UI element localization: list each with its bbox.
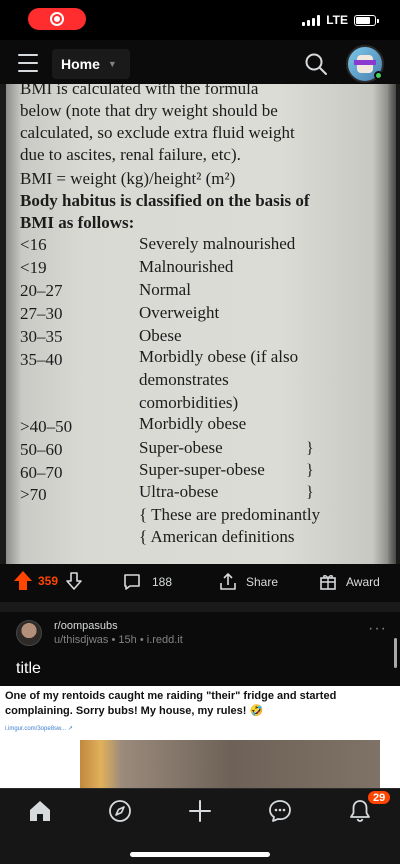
- image-text-line: due to ascites, renal failure, etc).: [20, 145, 241, 164]
- bmi-range: <16: [20, 235, 47, 254]
- signal-icon: [302, 14, 321, 26]
- bmi-range: >40–50: [20, 417, 73, 436]
- search-icon[interactable]: [304, 52, 328, 76]
- vote-count: 359: [38, 574, 59, 588]
- bmi-range: 30–35: [20, 327, 63, 346]
- embedded-tweet-text: One of my rentoids caught me raiding "th…: [5, 690, 337, 717]
- bmi-class: demonstrates: [139, 370, 229, 389]
- bmi-class: Severely malnourished: [139, 234, 296, 253]
- feed-label: Home: [61, 56, 100, 72]
- online-status-dot: [374, 71, 383, 80]
- screen-recording-indicator[interactable]: [28, 8, 86, 30]
- app-header: Home ▼: [0, 40, 400, 88]
- nav-chat[interactable]: [266, 797, 294, 825]
- award-icon: [320, 575, 336, 590]
- bmi-class: Overweight: [139, 303, 220, 322]
- more-options-button[interactable]: ···: [368, 620, 387, 638]
- home-indicator[interactable]: [130, 852, 270, 857]
- post-image[interactable]: One of my rentoids caught me raiding "th…: [0, 686, 400, 788]
- bmi-range: >70: [20, 485, 47, 504]
- network-type: LTE: [326, 13, 348, 27]
- status-indicators: LTE: [302, 13, 379, 27]
- nav-discover[interactable]: [106, 797, 134, 825]
- share-label: Share: [246, 575, 279, 589]
- bmi-class: Morbidly obese (if also: [139, 347, 299, 366]
- image-text-line: BMI is calculated with the formula: [20, 84, 259, 98]
- bmi-textbook-page: BMI is calculated with the formula below…: [6, 84, 396, 564]
- scrollbar[interactable]: [394, 638, 397, 668]
- bmi-class: Obese: [139, 326, 182, 345]
- nav-home[interactable]: [26, 797, 54, 825]
- bmi-class: Super-obese: [139, 438, 223, 457]
- bmi-class: comorbidities): [139, 393, 239, 412]
- image-text-line: BMI = weight (kg)/height² (m²): [20, 169, 236, 188]
- award-label: Award: [346, 575, 380, 589]
- post-divider: [0, 602, 400, 612]
- post-action-bar: 359 188 Share Award: [0, 564, 400, 602]
- comments-button[interactable]: 188: [122, 572, 172, 592]
- bmi-range: 60–70: [20, 463, 63, 482]
- image-text-line: below (note that dry weight should be: [20, 101, 278, 120]
- share-icon: [220, 573, 236, 590]
- brace-mark: }: [306, 462, 314, 479]
- record-icon: [50, 12, 64, 26]
- brace-mark: }: [306, 484, 314, 501]
- bmi-range: <19: [20, 258, 47, 277]
- bmi-range: 35–40: [20, 350, 63, 369]
- bmi-class: Ultra-obese: [139, 482, 219, 501]
- subreddit-avatar[interactable]: [16, 620, 42, 646]
- bmi-range: 50–60: [20, 440, 63, 459]
- home-icon: [30, 801, 50, 821]
- brace-mark: }: [306, 440, 314, 457]
- battery-icon: [354, 14, 379, 26]
- post-domain[interactable]: i.redd.it: [147, 634, 183, 646]
- post-title[interactable]: title: [16, 660, 41, 678]
- nav-create[interactable]: [186, 797, 214, 825]
- bmi-class: Morbidly obese: [139, 414, 247, 433]
- feed-selector[interactable]: Home ▼: [52, 49, 130, 79]
- menu-icon[interactable]: [18, 54, 38, 72]
- chat-icon: [269, 800, 291, 822]
- embedded-photo: [80, 740, 380, 788]
- downvote-icon[interactable]: [64, 571, 84, 591]
- feed-post[interactable]: r/oompasubs u/thisdjwas • 15h • i.redd.i…: [0, 612, 400, 788]
- bmi-class: Normal: [139, 280, 191, 299]
- plus-icon: [189, 800, 211, 822]
- bmi-class: Super-super-obese: [139, 460, 265, 479]
- bmi-class: Malnourished: [139, 257, 234, 276]
- embedded-link: i.imgur.com/3ope8sw... ↗: [5, 726, 73, 732]
- comment-count: 188: [152, 575, 173, 589]
- image-text-line: calculated, so exclude extra fluid weigh…: [20, 123, 295, 142]
- post-age: 15h: [118, 634, 137, 646]
- image-heading: Body habitus is classified on the basis …: [20, 191, 310, 210]
- post-author[interactable]: u/thisdjwas: [54, 634, 108, 646]
- share-button[interactable]: Share: [218, 572, 278, 592]
- status-bar: LTE: [0, 0, 400, 40]
- bottom-navigation: 29: [0, 788, 400, 864]
- post-image[interactable]: BMI is calculated with the formula below…: [0, 84, 400, 564]
- post-meta: u/thisdjwas • 15h • i.redd.it: [54, 634, 183, 646]
- chevron-down-icon: ▼: [107, 59, 117, 69]
- bmi-range: 27–30: [20, 304, 63, 323]
- notification-badge: 29: [366, 789, 393, 806]
- award-button[interactable]: Award: [318, 572, 380, 592]
- bmi-range: 20–27: [20, 281, 63, 300]
- image-footnote: { American definitions: [139, 527, 295, 546]
- comment-icon: [124, 574, 140, 590]
- image-footnote: { These are predominantly: [139, 505, 321, 524]
- upvote-icon[interactable]: [14, 571, 32, 591]
- vote-group: 359: [14, 571, 84, 591]
- subreddit-name[interactable]: r/oompasubs: [54, 620, 118, 632]
- compass-icon: [109, 800, 131, 822]
- image-heading: BMI as follows:: [20, 213, 135, 232]
